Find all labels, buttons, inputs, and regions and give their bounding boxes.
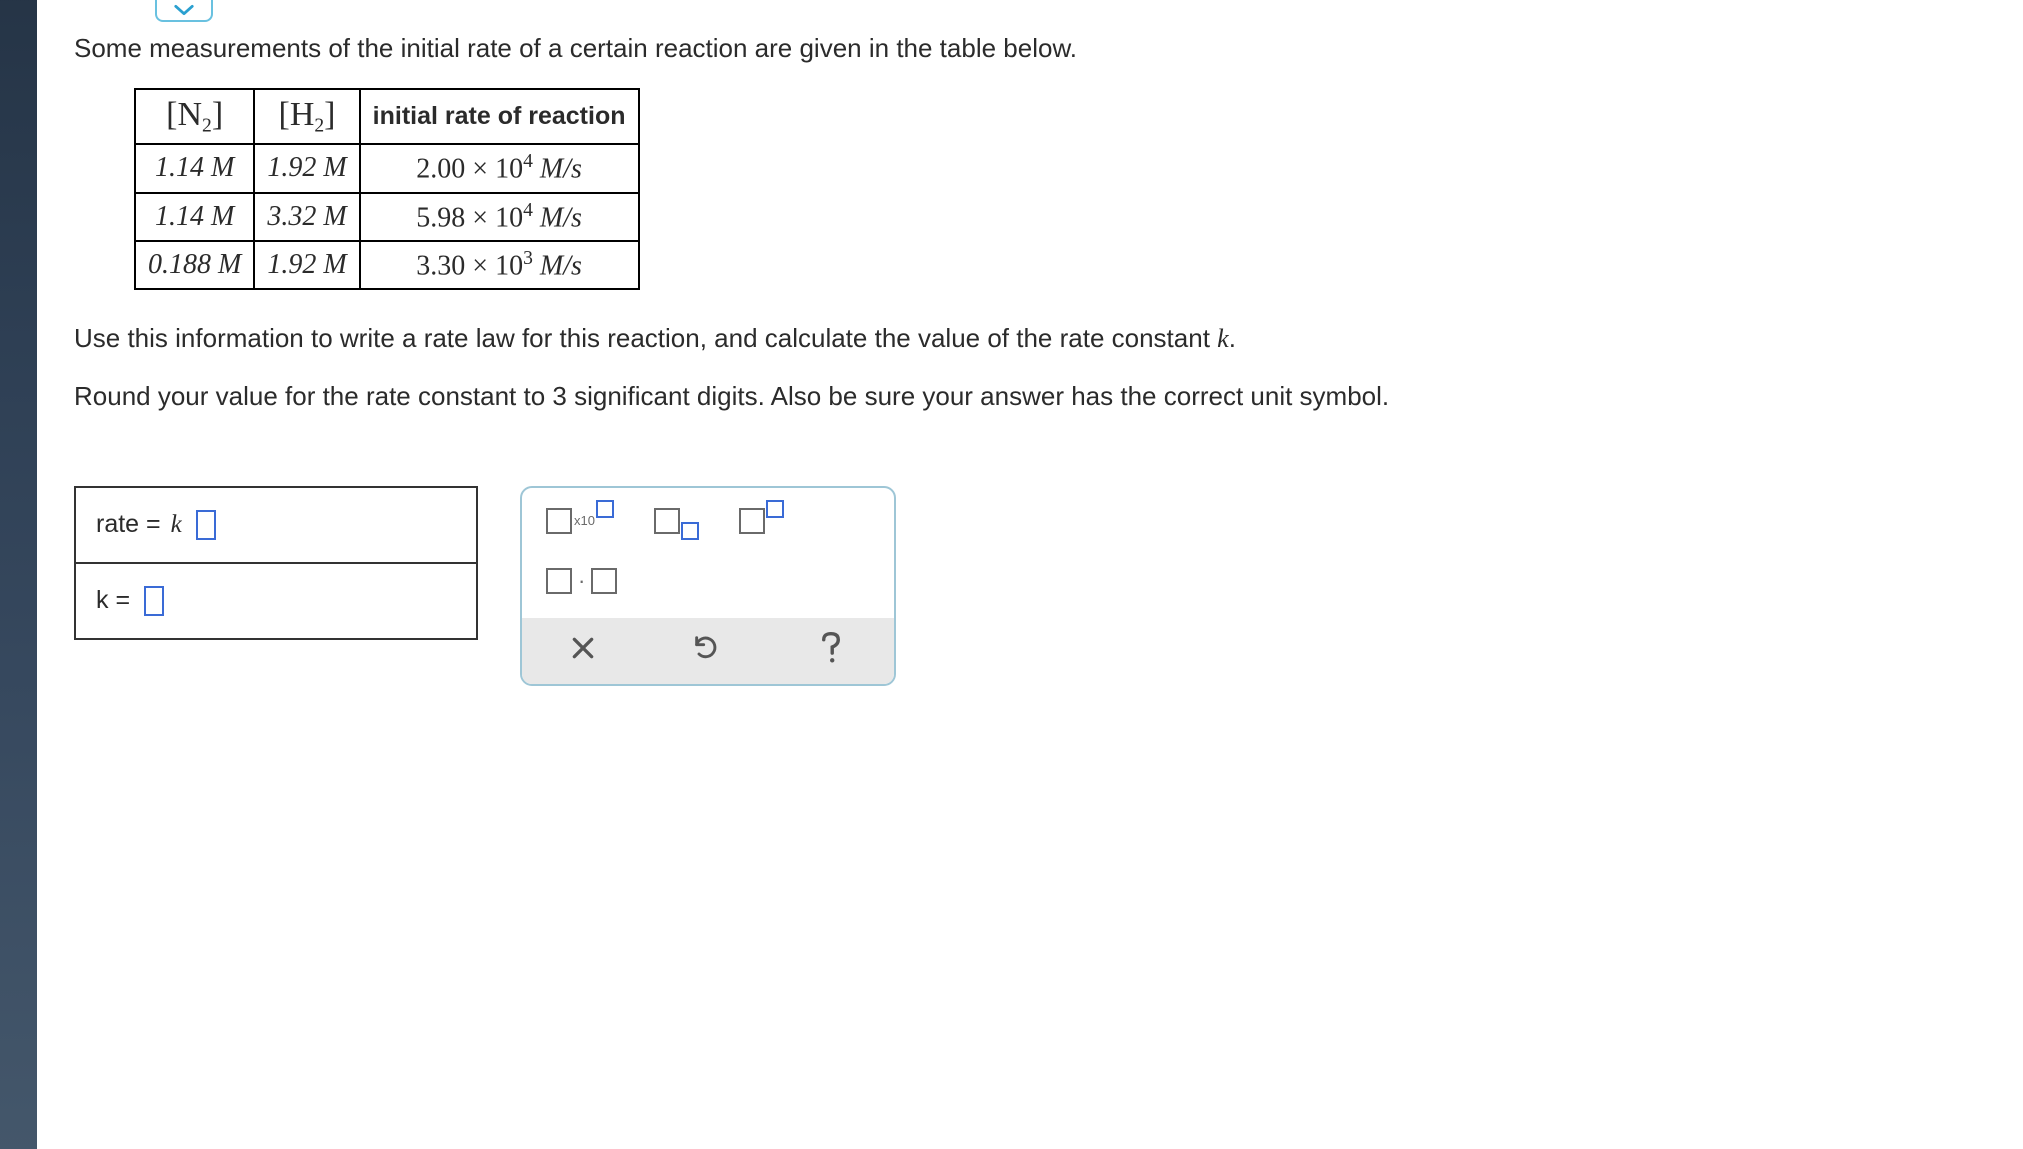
answer-box: rate = k k =	[74, 486, 478, 640]
header-n2: [N2]	[135, 89, 254, 145]
superscript-button[interactable]	[739, 508, 784, 534]
clear-button[interactable]	[570, 632, 596, 669]
instruction-2: Round your value for the rate constant t…	[74, 378, 1974, 416]
table-row: 1.14 M 1.92 M 2.00 × 104 M/s	[135, 144, 639, 192]
header-rate: initial rate of reaction	[360, 89, 639, 145]
undo-icon	[692, 633, 720, 661]
left-sidebar-strip	[0, 0, 37, 1149]
instruction-1: Use this information to write a rate law…	[74, 320, 1974, 358]
collapse-toggle-button[interactable]	[155, 0, 213, 22]
cell-rate: 5.98 × 104 M/s	[360, 193, 639, 241]
k-value-input[interactable]	[144, 586, 164, 616]
header-h2: [H2]	[254, 89, 359, 145]
close-icon	[570, 635, 596, 661]
table-header-row: [N2] [H2] initial rate of reaction	[135, 89, 639, 145]
chevron-down-icon	[173, 3, 195, 17]
table-row: 1.14 M 3.32 M 5.98 × 104 M/s	[135, 193, 639, 241]
cell-n2: 1.14 M	[135, 193, 254, 241]
cell-h2: 1.92 M	[254, 241, 359, 289]
cell-rate: 2.00 × 104 M/s	[360, 144, 639, 192]
subscript-button[interactable]	[654, 508, 699, 534]
k-symbol: k	[171, 511, 182, 539]
rate-law-input[interactable]	[196, 510, 216, 540]
table-row: 0.188 M 1.92 M 3.30 × 103 M/s	[135, 241, 639, 289]
k-label: k =	[96, 586, 130, 615]
question-content: Some measurements of the initial rate of…	[74, 30, 1974, 686]
cell-h2: 1.92 M	[254, 144, 359, 192]
data-table: [N2] [H2] initial rate of reaction 1.14 …	[134, 88, 640, 291]
palette-row-2: ·	[538, 558, 878, 618]
cell-n2: 0.188 M	[135, 241, 254, 289]
palette-row-1: x10	[538, 498, 878, 558]
palette-footer	[522, 618, 894, 684]
undo-button[interactable]	[692, 632, 720, 669]
k-value-row: k =	[76, 564, 476, 638]
question-icon	[816, 630, 846, 664]
cell-n2: 1.14 M	[135, 144, 254, 192]
rate-label: rate =	[96, 510, 161, 539]
intro-text: Some measurements of the initial rate of…	[74, 30, 1974, 68]
help-button[interactable]	[816, 630, 846, 672]
multiply-dot-button[interactable]: ·	[546, 568, 617, 594]
rate-law-row: rate = k	[76, 488, 476, 564]
cell-rate: 3.30 × 103 M/s	[360, 241, 639, 289]
answer-area: rate = k k = x10	[74, 486, 1974, 686]
cell-h2: 3.32 M	[254, 193, 359, 241]
equation-palette: x10 ·	[520, 486, 896, 686]
scientific-notation-button[interactable]: x10	[546, 508, 614, 534]
